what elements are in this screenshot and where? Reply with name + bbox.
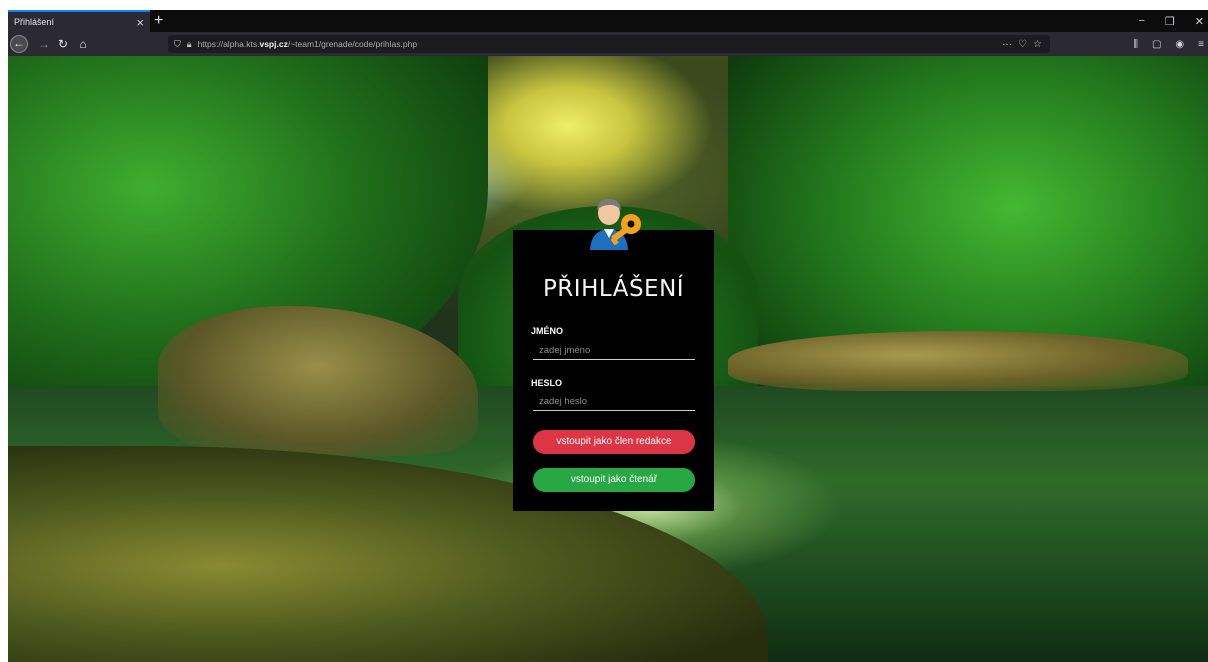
- url-actions: ··· ♡ ☆: [1002, 35, 1042, 53]
- background-rocks-right: [728, 331, 1188, 391]
- url-text[interactable]: https://alpha.kts.vspj.cz/~team1/grenade…: [198, 39, 418, 49]
- reload-icon[interactable]: ↻: [54, 35, 72, 53]
- login-card: PŘIHLÁŠENÍ JMÉNO HESLO vstoupit jako čle…: [513, 199, 714, 511]
- browser-window: Přihlášení × + − ❐ ✕ ← → ↻ ⌂ ⛉ 🔒︎ https:…: [8, 10, 1208, 662]
- user-key-icon: [590, 199, 641, 250]
- library-icon[interactable]: ⫼: [1133, 39, 1138, 50]
- minimize-icon[interactable]: −: [1138, 15, 1144, 27]
- account-icon[interactable]: ◉: [1175, 39, 1184, 50]
- tab-prihlaseni[interactable]: Přihlášení ×: [8, 10, 150, 32]
- navigation-bar: ← → ↻ ⌂ ⛉ 🔒︎ https://alpha.kts.vspj.cz/~…: [8, 32, 1208, 56]
- back-arrow-icon[interactable]: ←: [10, 35, 28, 53]
- menu-icon[interactable]: ≡: [1198, 39, 1204, 50]
- tab-bar: Přihlášení × + − ❐ ✕: [8, 10, 1208, 32]
- password-label: HESLO: [531, 378, 563, 388]
- lock-icon[interactable]: 🔒︎: [187, 39, 192, 50]
- page-actions-icon[interactable]: ···: [1002, 39, 1012, 50]
- maximize-icon[interactable]: ❐: [1165, 15, 1175, 28]
- address-bar[interactable]: ⛉ 🔒︎ https://alpha.kts.vspj.cz/~team1/gr…: [168, 35, 1050, 53]
- login-editor-button[interactable]: vstoupit jako člen redakce: [533, 430, 695, 454]
- password-input[interactable]: [533, 393, 695, 411]
- tab-title: Přihlášení: [14, 17, 55, 27]
- bookmark-star-icon[interactable]: ☆: [1033, 39, 1042, 50]
- username-input[interactable]: [533, 342, 695, 360]
- sidebar-icon[interactable]: ▢: [1152, 39, 1161, 50]
- pocket-icon[interactable]: ♡: [1018, 39, 1027, 50]
- login-reader-button[interactable]: vstoupit jako čtenář: [533, 468, 695, 492]
- toolbar-right: ⫼ ▢ ◉ ≡: [1133, 35, 1204, 53]
- close-tab-icon[interactable]: ×: [136, 16, 144, 29]
- shield-icon[interactable]: ⛉: [174, 39, 181, 50]
- home-icon[interactable]: ⌂: [74, 35, 92, 53]
- forward-arrow-icon[interactable]: →: [36, 35, 52, 53]
- background-rocks-upper-left: [158, 306, 478, 456]
- page-content: PŘIHLÁŠENÍ JMÉNO HESLO vstoupit jako čle…: [8, 56, 1208, 662]
- close-window-icon[interactable]: ✕: [1195, 15, 1204, 28]
- window-controls: − ❐ ✕: [1138, 10, 1204, 32]
- username-label: JMÉNO: [531, 326, 564, 336]
- login-title: PŘIHLÁŠENÍ: [542, 276, 685, 302]
- new-tab-button[interactable]: +: [154, 11, 163, 31]
